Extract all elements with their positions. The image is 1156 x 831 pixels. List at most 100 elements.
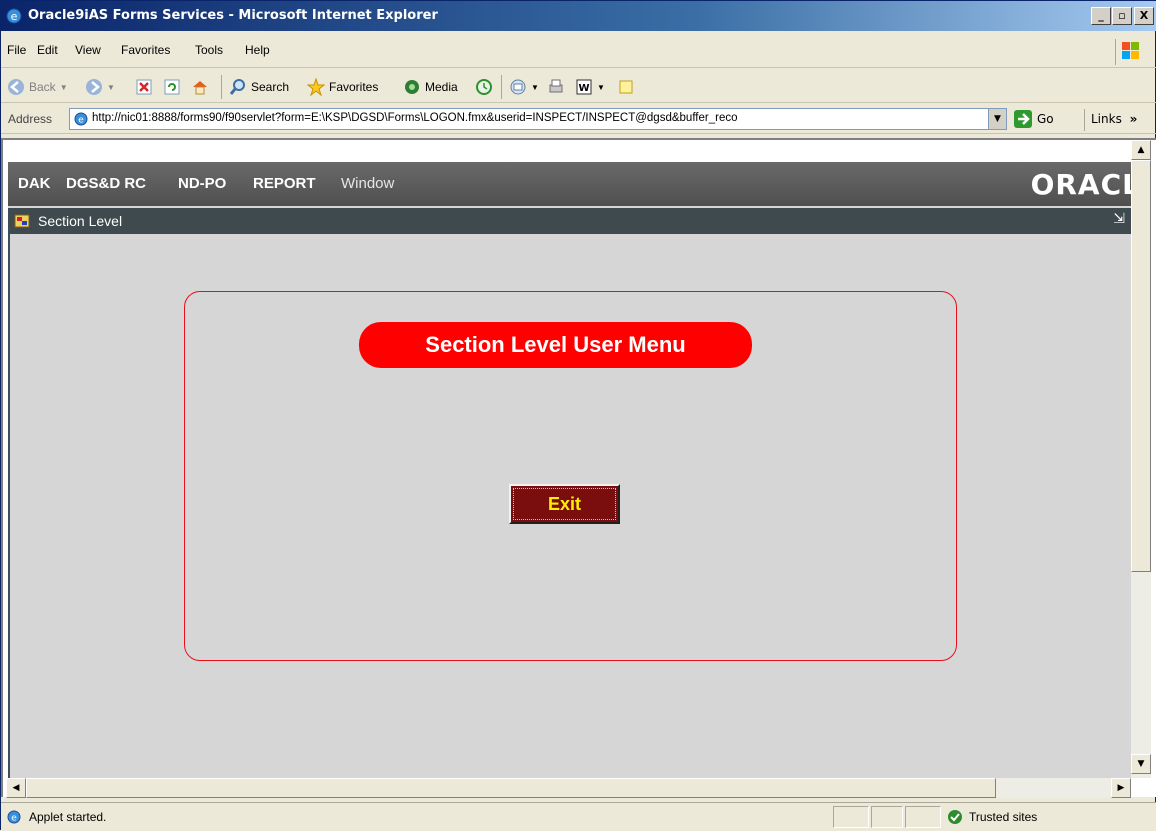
close-button[interactable]: X (1134, 7, 1154, 25)
note-icon (619, 80, 633, 94)
chevron-down-icon: ▼ (59, 82, 68, 92)
search-label: Search (251, 80, 290, 94)
toolbar-separator (501, 75, 502, 99)
minimize-window-icon[interactable]: ⇲ (1113, 211, 1125, 227)
minimize-button[interactable]: _ (1091, 7, 1111, 25)
media-label: Media (425, 80, 458, 94)
home-icon (193, 81, 207, 95)
address-input[interactable]: e http://nic01:8888/forms90/f90servlet?f… (69, 108, 1007, 130)
menu-bar: File Edit View Favorites Tools Help (1, 34, 1156, 68)
menu-favorites[interactable]: Favorites (121, 43, 170, 57)
status-cell (905, 806, 941, 828)
menu-frame: Section Level User Menu Exit (184, 291, 957, 661)
menu-tools[interactable]: Tools (195, 43, 223, 57)
oracle-menu-bar: DAK DGS&D RC ND-PO REPORT Window ORACL (8, 162, 1131, 206)
forward-button[interactable]: ▼ (85, 77, 115, 97)
oracle-menu-nd-po[interactable]: ND-PO (178, 175, 226, 192)
page-icon: e (74, 112, 88, 126)
address-url: http://nic01:8888/forms90/f90servlet?for… (92, 112, 738, 124)
address-label: Address (8, 112, 53, 126)
menu-edit[interactable]: Edit (37, 43, 58, 57)
toolbar-separator (221, 75, 222, 99)
chevron-right-icon: » (1129, 112, 1138, 126)
status-text: Applet started. (29, 810, 107, 824)
oracle-menu-dgsd-rc[interactable]: DGS&D RC (66, 175, 146, 192)
menu-file[interactable]: File (7, 43, 26, 57)
security-zone[interactable]: Trusted sites (947, 806, 1147, 828)
menu-help[interactable]: Help (245, 43, 270, 57)
chevron-down-icon: ▼ (597, 82, 605, 92)
home-button[interactable] (191, 77, 209, 97)
scroll-up-icon[interactable]: ▲ (1131, 140, 1151, 160)
address-dropdown-icon[interactable]: ▼ (988, 109, 1006, 129)
oracle-menu-window[interactable]: Window (341, 175, 394, 192)
media-icon (405, 80, 419, 94)
oracle-logo: ORACL (1030, 168, 1131, 201)
scroll-down-icon[interactable]: ▼ (1131, 754, 1151, 774)
page-content: DAK DGS&D RC ND-PO REPORT Window ORACL S… (1, 138, 1156, 798)
go-button[interactable]: Go (1013, 109, 1054, 129)
refresh-icon (164, 79, 180, 95)
section-level-menu-title: Section Level User Menu (359, 322, 752, 368)
search-button[interactable]: Search (229, 77, 289, 97)
print-button[interactable] (547, 77, 565, 97)
windows-logo-icon (1115, 39, 1145, 65)
search-icon (229, 79, 245, 95)
back-arrow-icon (8, 79, 24, 95)
horizontal-scroll-thumb[interactable] (26, 778, 996, 798)
svg-text:W: W (578, 83, 589, 94)
window-title: Oracle9iAS Forms Services - Microsoft In… (28, 8, 438, 23)
svg-text:e: e (78, 116, 84, 126)
title-bar[interactable]: e Oracle9iAS Forms Services - Microsoft … (1, 1, 1156, 31)
section-level-title: Section Level (38, 213, 123, 229)
chevron-down-icon: ▼ (531, 82, 539, 92)
links-label: Links (1091, 112, 1122, 126)
svg-text:e: e (11, 10, 18, 23)
back-button[interactable]: Back ▼ (7, 77, 68, 97)
oracle-menu-report[interactable]: REPORT (253, 175, 316, 192)
status-cell (833, 806, 869, 828)
vertical-scroll-thumb[interactable] (1131, 160, 1151, 572)
toolbar: Back ▼ ▼ Search Favorites Media ▼ W ▼ (1, 69, 1156, 103)
vertical-scrollbar[interactable]: ▲ ▼ (1131, 140, 1151, 778)
word-edit-icon: W (576, 79, 592, 95)
menu-view[interactable]: View (75, 43, 101, 57)
exit-button-label: Exit (513, 488, 616, 520)
section-level-window: Section Level ⇲ Section Level User Menu … (8, 208, 1131, 780)
star-icon (307, 78, 325, 96)
address-bar: Address e http://nic01:8888/forms90/f90s… (1, 104, 1156, 134)
favorites-button[interactable]: Favorites (307, 77, 378, 97)
oracle-menu-dak[interactable]: DAK (18, 175, 51, 192)
go-label: Go (1037, 112, 1054, 126)
favorites-label: Favorites (329, 80, 379, 94)
horizontal-scrollbar[interactable]: ◀ ▶ (6, 778, 1131, 798)
status-bar: e Applet started. Trusted sites (1, 802, 1156, 831)
mail-button[interactable]: ▼ (509, 77, 539, 97)
status-cell (871, 806, 903, 828)
browser-window: e Oracle9iAS Forms Services - Microsoft … (0, 0, 1156, 831)
refresh-button[interactable] (163, 77, 181, 97)
messenger-button[interactable] (617, 77, 635, 97)
go-arrow-icon (1014, 110, 1032, 128)
stop-button[interactable] (135, 77, 153, 97)
section-level-title-bar[interactable]: Section Level ⇲ (10, 208, 1131, 234)
forms-applet: DAK DGS&D RC ND-PO REPORT Window ORACL S… (8, 162, 1131, 780)
mail-icon (510, 79, 526, 95)
media-button[interactable]: Media (403, 77, 458, 97)
edit-button[interactable]: W ▼ (575, 77, 605, 97)
chevron-down-icon: ▼ (107, 82, 115, 92)
svg-text:e: e (11, 814, 17, 824)
links-button[interactable]: Links » (1084, 109, 1137, 131)
forward-arrow-icon (86, 79, 102, 95)
back-label: Back (29, 80, 56, 94)
internet-explorer-icon: e (6, 8, 22, 24)
print-icon (549, 79, 563, 93)
trusted-check-icon (948, 810, 962, 824)
scroll-left-icon[interactable]: ◀ (6, 778, 26, 798)
history-button[interactable] (475, 77, 493, 97)
maximize-button[interactable]: ▫ (1112, 7, 1132, 25)
exit-button[interactable]: Exit (509, 484, 620, 524)
history-icon (476, 79, 492, 95)
stop-icon (136, 79, 152, 95)
scroll-right-icon[interactable]: ▶ (1111, 778, 1131, 798)
